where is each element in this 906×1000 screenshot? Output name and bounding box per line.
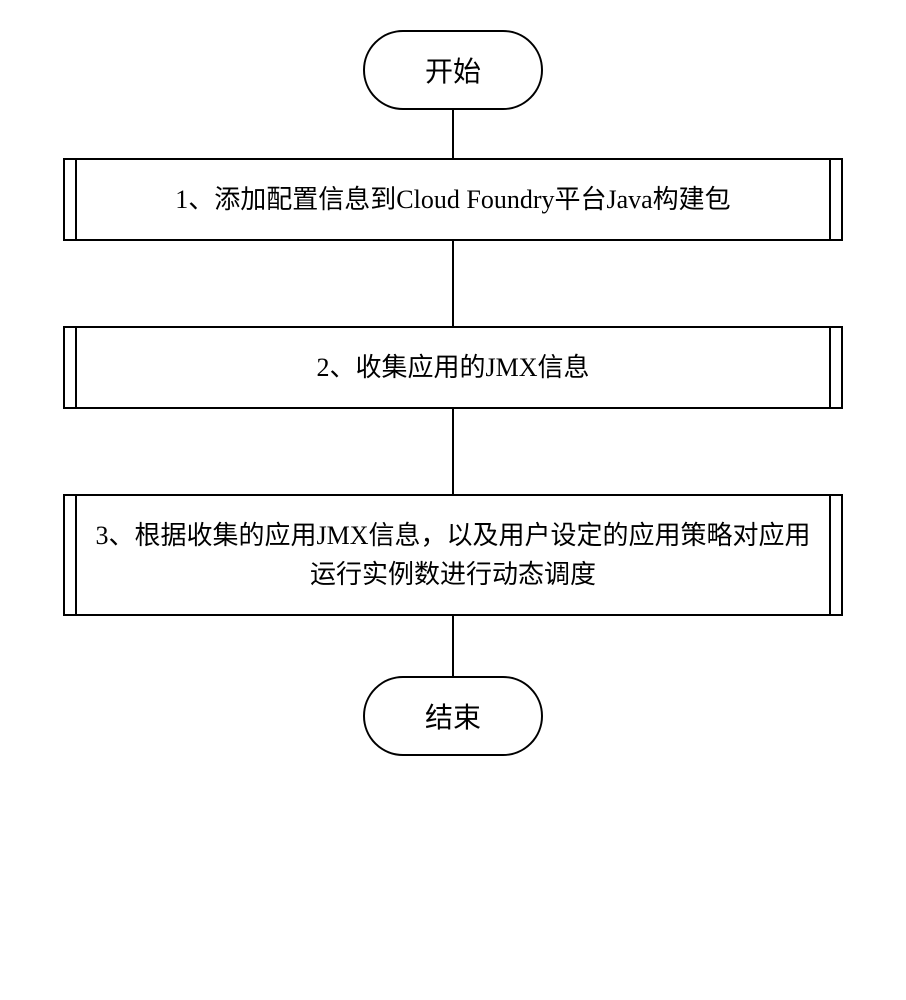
process-step-3: 3、根据收集的应用JMX信息，以及用户设定的应用策略对应用运行实例数进行动态调度	[63, 494, 843, 616]
connector-line	[452, 241, 454, 326]
connector-line	[452, 110, 454, 158]
start-label: 开始	[425, 57, 481, 88]
step3-text: 3、根据收集的应用JMX信息，以及用户设定的应用策略对应用运行实例数进行动态调度	[95, 521, 810, 589]
process-step-1: 1、添加配置信息到Cloud Foundry平台Java构建包	[63, 158, 843, 241]
process-step-2: 2、收集应用的JMX信息	[63, 326, 843, 409]
start-terminator: 开始	[363, 30, 543, 110]
end-label: 结束	[425, 703, 481, 734]
step2-text: 2、收集应用的JMX信息	[316, 353, 589, 382]
end-terminator: 结束	[363, 676, 543, 756]
step1-text: 1、添加配置信息到Cloud Foundry平台Java构建包	[175, 185, 730, 214]
connector-line	[452, 409, 454, 494]
connector-line	[452, 616, 454, 676]
